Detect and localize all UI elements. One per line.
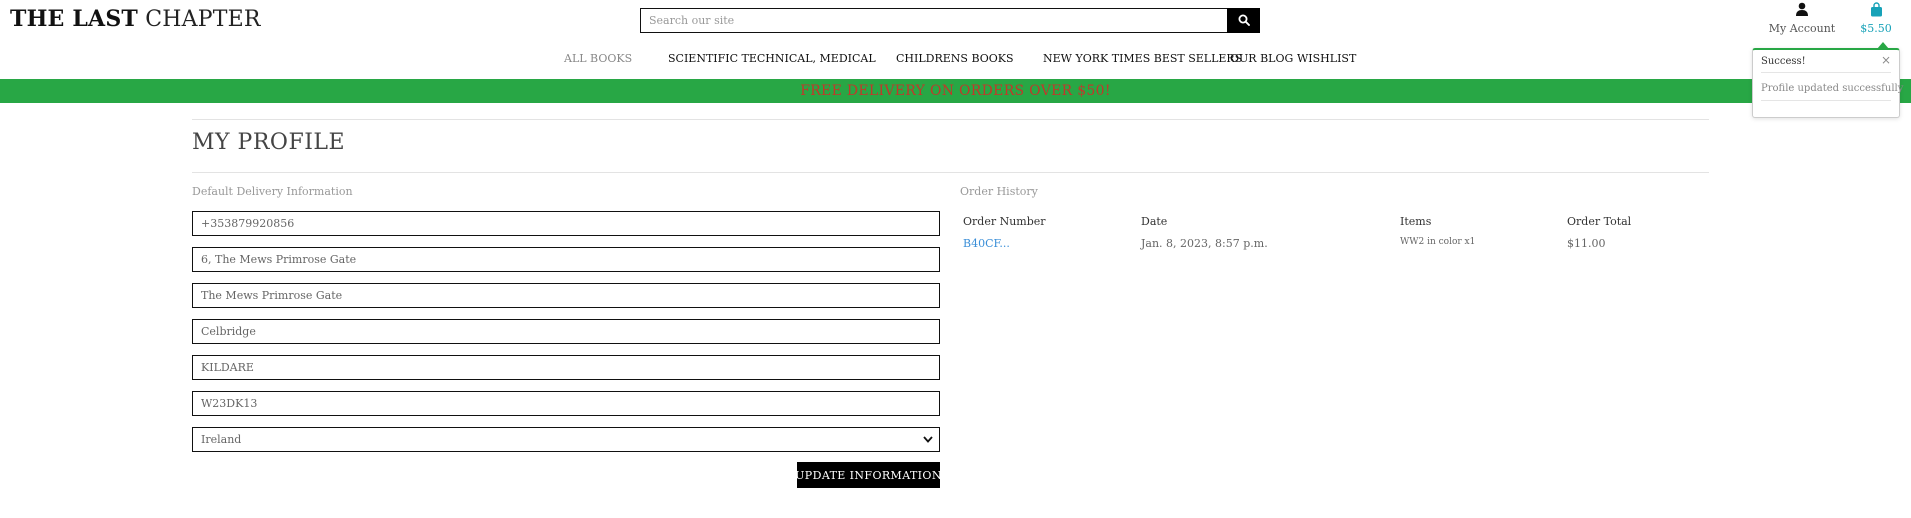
divider [192,172,1709,173]
order-total: $11.00 [1567,237,1606,250]
col-date: Date [1141,215,1168,228]
order-history-label: Order History [960,185,1038,198]
page-title: MY PROFILE [192,130,346,155]
divider [192,119,1709,120]
phone-field[interactable] [192,211,940,236]
nav-wishlist[interactable]: WISHLIST [1297,52,1356,65]
nav-nyt-best-sellers[interactable]: NEW YORK TIMES BEST SELLERS [1043,52,1242,65]
country-value: Ireland [201,433,242,446]
address-line1-field[interactable] [192,247,940,272]
county-field[interactable] [192,355,940,380]
toast-arrow [1877,42,1889,49]
toast-message: Profile updated successfully [1761,83,1904,94]
chevron-down-icon [923,433,933,446]
delivery-info-label: Default Delivery Information [192,185,353,198]
my-account-link[interactable]: My Account [1766,2,1838,35]
bag-total: $5.50 [1860,22,1892,35]
shopping-bag-link[interactable]: $5.50 [1858,2,1894,35]
country-select[interactable]: Ireland [192,427,940,452]
town-field[interactable] [192,319,940,344]
search-input[interactable] [640,8,1227,33]
col-items: Items [1400,215,1432,228]
toast-divider [1761,100,1891,101]
col-order-number: Order Number [963,215,1046,228]
close-icon[interactable]: × [1881,53,1891,67]
nav-all-books[interactable]: ALL BOOKS [564,52,632,65]
postcode-field[interactable] [192,391,940,416]
search-button[interactable] [1227,8,1260,33]
search-icon [1238,11,1250,30]
update-information-button[interactable]: UPDATE INFORMATION [795,462,941,488]
main-nav: ALL BOOKS SCIENTIFIC TECHNICAL, MEDICAL … [0,52,1911,68]
my-account-label: My Account [1768,22,1836,35]
order-date: Jan. 8, 2023, 8:57 p.m. [1141,237,1268,250]
address-line2-field[interactable] [192,283,940,308]
free-delivery-banner: FREE DELIVERY ON ORDERS OVER $50! [0,79,1911,103]
search-form [640,8,1260,33]
col-order-total: Order Total [1567,215,1632,228]
toast-divider [1761,72,1891,73]
order-number-link[interactable]: B40CF... [963,237,1010,250]
shopping-bag-icon [1870,2,1883,21]
site-logo[interactable]: THE LAST CHAPTER [10,6,261,32]
success-toast: Success! × Profile updated successfully [1752,42,1904,118]
order-items: WW2 in color x1 [1400,237,1476,247]
user-icon [1795,2,1809,21]
logo-bold-text: THE LAST [10,6,138,32]
nav-our-blog[interactable]: OUR BLOG [1230,52,1293,65]
nav-scientific-technical-medical[interactable]: SCIENTIFIC TECHNICAL, MEDICAL [668,52,876,65]
toast-title: Success! [1761,56,1806,67]
logo-light-text: CHAPTER [145,7,261,32]
nav-childrens-books[interactable]: CHILDRENS BOOKS [896,52,1014,65]
